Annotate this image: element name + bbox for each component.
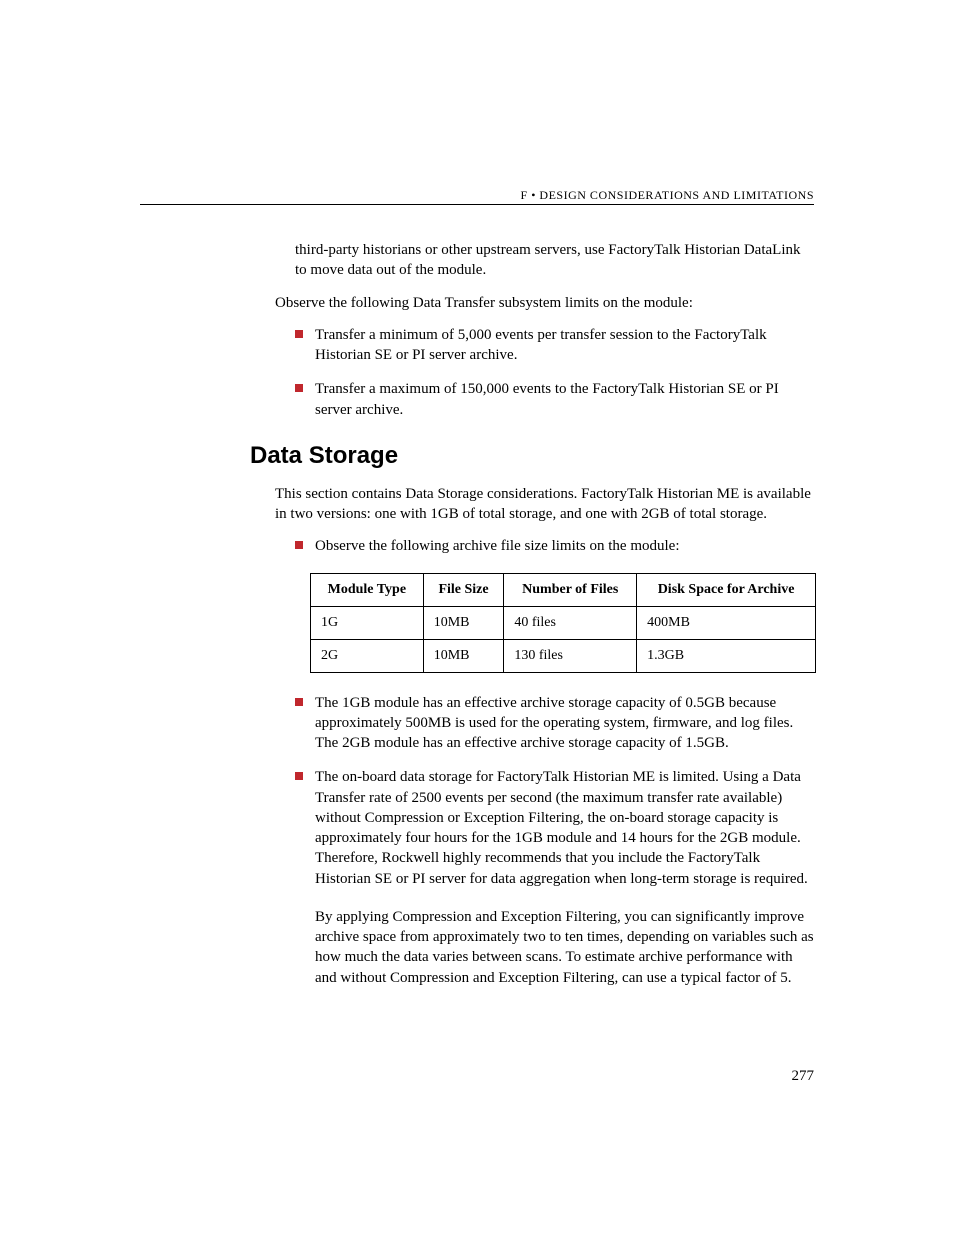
header-rule [140,204,814,205]
page-number: 277 [792,1068,815,1085]
header-prefix: F [521,188,528,202]
table-row: 1G 10MB 40 files 400MB [311,606,816,639]
section-heading: Data Storage [250,442,814,470]
list-item: The 1GB module has an effective archive … [295,693,814,754]
post-table-list: The 1GB module has an effective archive … [140,693,814,889]
table-cell: 10MB [423,639,504,672]
table-cell: 2G [311,639,424,672]
table-cell: 10MB [423,606,504,639]
table-header: Disk Space for Archive [637,573,816,606]
header-d: D [539,188,548,202]
list-item: Transfer a minimum of 5,000 events per t… [295,325,814,366]
table-header: Number of Files [504,573,637,606]
header-rest2: ONSIDERATIONS AND [598,188,733,202]
list-item: Transfer a maximum of 150,000 events to … [295,379,814,420]
table-cell: 130 files [504,639,637,672]
continuation-paragraph: third-party historians or other upstream… [295,240,814,281]
list-item: The on-board data storage for FactoryTal… [295,767,814,889]
header-bullet: • [531,188,536,202]
table-cell: 1G [311,606,424,639]
list-item: Observe the following archive file size … [295,536,814,556]
archive-table: Module Type File Size Number of Files Di… [310,573,816,673]
table-cell: 40 files [504,606,637,639]
document-page: F • DESIGN CONSIDERATIONS AND LIMITATION… [0,0,954,1235]
running-header: F • DESIGN CONSIDERATIONS AND LIMITATION… [521,188,814,203]
table-cell: 400MB [637,606,816,639]
table-header-row: Module Type File Size Number of Files Di… [311,573,816,606]
observe-limits-paragraph: Observe the following Data Transfer subs… [275,293,814,313]
table-row: 2G 10MB 130 files 1.3GB [311,639,816,672]
compression-paragraph: By applying Compression and Exception Fi… [315,907,814,988]
table-cell: 1.3GB [637,639,816,672]
table-header: File Size [423,573,504,606]
archive-observe-list: Observe the following archive file size … [140,536,814,556]
table-header: Module Type [311,573,424,606]
header-rest3: IMITATIONS [741,188,814,202]
page-content: third-party historians or other upstream… [140,240,814,1000]
limits-list: Transfer a minimum of 5,000 events per t… [140,325,814,420]
section-intro: This section contains Data Storage consi… [275,484,814,525]
header-rest1: ESIGN [549,188,590,202]
